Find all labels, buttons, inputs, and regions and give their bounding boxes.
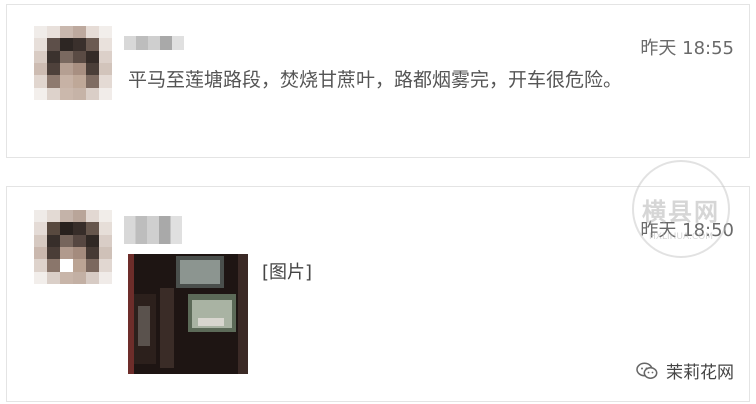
username-blurred [124,216,182,244]
brand-name: 茉莉花网 [666,363,734,383]
watermark-subtext: HXLIHUA.COM [649,232,713,242]
username-blurred [124,36,184,50]
site-watermark: 横县网 HXLIHUA.COM [632,160,730,258]
image-placeholder-label: [图片] [262,262,313,283]
watermark-text: 横县网 [642,198,720,226]
post-time: 昨天 18:55 [640,38,734,59]
brand-footer: 茉莉花网 [636,358,734,383]
avatar[interactable] [34,210,112,284]
avatar[interactable] [34,26,112,100]
wechat-icon [636,362,658,379]
post-image-thumbnail[interactable] [128,254,248,374]
post-text: 平马至莲塘路段，焚烧甘蔗叶，路都烟雾完，开车很危险。 [128,69,623,91]
